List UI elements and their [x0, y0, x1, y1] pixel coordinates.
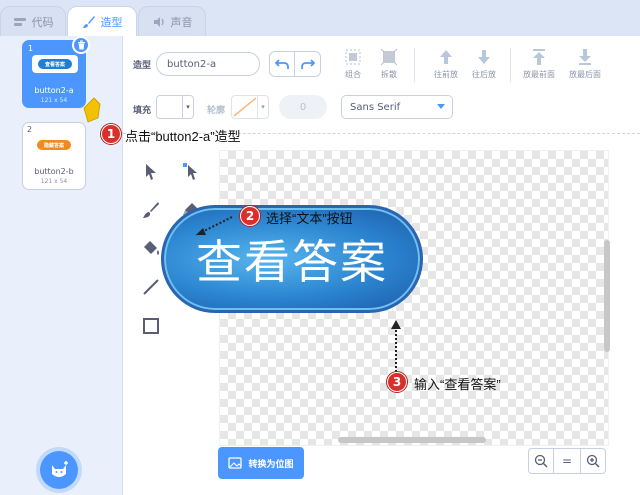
step-text-2: 选择“文本”按钮 — [266, 211, 353, 226]
step-text-1: 点击“button2-a”造型 — [125, 129, 241, 144]
forward-button[interactable]: 往前放 — [426, 48, 466, 80]
backward-label: 往后放 — [472, 70, 496, 79]
brush-icon — [82, 16, 95, 28]
to-front-button[interactable]: 放最前面 — [516, 48, 562, 80]
image-icon — [228, 457, 243, 469]
convert-label: 转换为位图 — [248, 459, 294, 470]
step-text-3: 输入“查看答案” — [414, 377, 501, 392]
costume-name: button2-a — [34, 86, 74, 95]
ungroup-label: 拆散 — [381, 70, 397, 79]
line-icon — [143, 279, 159, 295]
arrow-up-icon — [440, 50, 452, 64]
chevron-down-icon: ▾ — [261, 103, 265, 111]
group-icon — [345, 49, 361, 65]
costume-list: 1 查看答案 button2-a 121 x 54 2 隐藏答案 button2… — [0, 36, 123, 495]
code-icon — [13, 17, 26, 26]
zoom-reset-button[interactable]: = — [554, 448, 580, 474]
costume-thumbnail: 隐藏答案 — [31, 136, 77, 154]
to-front-icon — [533, 49, 545, 65]
speaker-icon — [153, 16, 164, 27]
tab-costumes[interactable]: 造型 — [67, 6, 137, 37]
ungroup-button[interactable]: 拆散 — [369, 48, 409, 80]
fill-color-picker[interactable]: ▾ — [156, 95, 194, 119]
paint-bucket-icon — [144, 241, 159, 255]
chevron-down-icon: ▾ — [186, 103, 190, 111]
zoom-controls: = — [528, 448, 606, 474]
rectangle-icon — [143, 318, 159, 334]
costume-thumbnail: 查看答案 — [32, 55, 78, 73]
tab-sounds[interactable]: 声音 — [138, 6, 206, 36]
costume-name-label: 造型 — [133, 61, 152, 71]
toolbar-divider — [510, 48, 511, 82]
add-costume-button[interactable] — [40, 451, 78, 489]
to-front-label: 放最前面 — [523, 70, 555, 79]
to-back-icon — [579, 49, 591, 65]
group-label: 组合 — [345, 70, 361, 79]
thumbnail-button: 查看答案 — [38, 59, 72, 69]
costume-size: 121 x 54 — [40, 97, 68, 104]
fill-swatch — [157, 96, 183, 118]
undo-icon — [275, 59, 289, 69]
trash-icon — [77, 40, 85, 50]
costume-item-button2-a[interactable]: 1 查看答案 button2-a 121 x 54 — [22, 36, 90, 108]
outline-label: 轮廓 — [207, 106, 226, 116]
redo-icon — [300, 59, 315, 69]
to-back-button[interactable]: 放最后面 — [562, 48, 608, 80]
no-color-icon — [233, 97, 257, 117]
costume-item-button2-b[interactable]: 2 隐藏答案 button2-b 121 x 54 — [22, 122, 86, 190]
outline-swatch — [232, 96, 258, 118]
font-select-value: Sans Serif — [350, 101, 401, 113]
reshape-tool[interactable] — [175, 156, 207, 188]
backward-button[interactable]: 往后放 — [464, 48, 504, 80]
group-button[interactable]: 组合 — [333, 48, 373, 80]
zoom-in-button[interactable] — [580, 448, 606, 474]
zoom-out-icon — [534, 454, 548, 468]
delete-costume-button[interactable] — [72, 36, 90, 54]
undo-redo-group — [269, 51, 322, 77]
forward-label: 往前放 — [434, 70, 458, 79]
zoom-out-button[interactable] — [528, 448, 554, 474]
reshape-icon — [183, 163, 197, 180]
undo-button[interactable] — [269, 51, 295, 77]
thumbnail-button: 隐藏答案 — [37, 140, 71, 150]
line-tool[interactable] — [135, 271, 167, 303]
rectangle-tool[interactable] — [135, 310, 167, 342]
paintbrush-icon — [143, 202, 159, 218]
costume-number: 1 — [28, 44, 34, 53]
select-tool[interactable] — [135, 156, 167, 188]
ungroup-icon — [380, 48, 398, 66]
outline-color-picker[interactable]: ▾ — [231, 95, 269, 119]
editor-tabs: 代码 造型 声音 — [0, 0, 640, 37]
step-badge-1: 1 — [101, 124, 121, 144]
tab-code[interactable]: 代码 — [0, 6, 66, 36]
costume-name: button2-b — [34, 167, 74, 176]
tab-code-label: 代码 — [31, 15, 54, 29]
fill-label: 填充 — [133, 106, 152, 116]
step-badge-2: 2 — [240, 206, 260, 226]
dropdown-arrow-icon — [437, 104, 445, 109]
costume-name-input[interactable]: button2-a — [156, 52, 260, 76]
horizontal-scrollbar[interactable] — [338, 437, 486, 443]
to-back-label: 放最后面 — [569, 70, 601, 79]
costume-number: 2 — [27, 125, 33, 134]
arrow-down-icon — [478, 50, 490, 64]
toolbar-divider — [414, 48, 415, 82]
arrow-cursor-icon — [146, 164, 156, 180]
tab-costumes-label: 造型 — [100, 16, 123, 29]
cat-add-icon — [52, 461, 68, 477]
vertical-scrollbar[interactable] — [604, 240, 610, 352]
redo-button[interactable] — [295, 51, 321, 77]
zoom-in-icon — [586, 454, 600, 468]
font-select[interactable]: Sans Serif — [341, 95, 453, 119]
costume-size: 121 x 54 — [40, 178, 68, 185]
brush-tool[interactable] — [135, 194, 167, 226]
tab-sounds-label: 声音 — [170, 15, 193, 29]
outline-width-input[interactable]: 0 — [279, 95, 327, 119]
step-badge-3: 3 — [387, 372, 407, 392]
convert-to-bitmap-button[interactable]: 转换为位图 — [218, 447, 304, 479]
